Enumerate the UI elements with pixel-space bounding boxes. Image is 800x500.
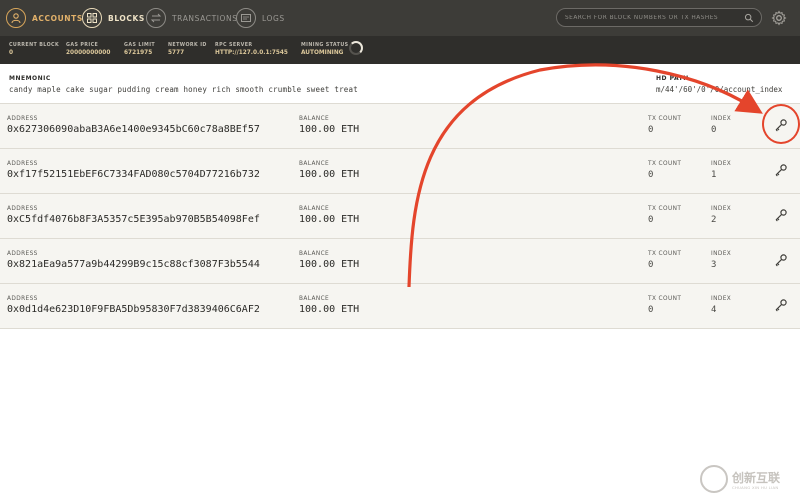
account-address: 0x627306090abaB3A6e1400e9345bC60c78a8BEf… (7, 124, 260, 135)
index-label: INDEX (711, 116, 732, 122)
account-index: 1 (711, 170, 717, 180)
balance-label: BALANCE (299, 161, 330, 167)
tx-count-label: TX COUNT (648, 161, 682, 167)
account-index: 3 (711, 260, 717, 270)
account-balance: 100.00 ETH (299, 214, 360, 225)
key-icon[interactable] (772, 161, 790, 179)
mnemonic-title: MNEMONIC (9, 75, 51, 82)
account-index: 4 (711, 305, 717, 315)
accounts-icon (6, 8, 26, 28)
nav-blocks[interactable]: BLOCKS (82, 6, 145, 30)
transactions-icon (146, 8, 166, 28)
nav-transactions-label: TRANSACTIONS (172, 13, 238, 23)
address-label: ADDRESS (7, 161, 38, 167)
address-label: ADDRESS (7, 206, 38, 212)
index-label: INDEX (711, 251, 732, 257)
mining-status-stat: MINING STATUS AUTOMINING (301, 43, 349, 56)
key-icon[interactable] (772, 251, 790, 269)
tx-count-label: TX COUNT (648, 251, 682, 257)
nav-accounts-label: ACCOUNTS (32, 13, 83, 23)
mnemonic-panel: MNEMONIC candy maple cake sugar pudding … (0, 64, 800, 104)
account-address: 0x821aEa9a577a9b44299B9c15c88cf3087F3b55… (7, 259, 260, 270)
account-address: 0x0d1d4e623D10F9FBA5Db95830F7d3839406C6A… (7, 304, 260, 315)
accounts-list: ADDRESS 0x627306090abaB3A6e1400e9345bC60… (0, 104, 800, 329)
hd-path-value: m/44'/60'/0'/0/account_index (656, 85, 783, 94)
nav-logs-label: LOGS (262, 13, 285, 23)
key-icon[interactable] (772, 206, 790, 224)
nav-accounts[interactable]: ACCOUNTS (6, 6, 83, 30)
empty-area (0, 329, 800, 500)
gas-price-stat: GAS PRICE 20000000000 (66, 43, 111, 56)
account-row: ADDRESS 0x0d1d4e623D10F9FBA5Db95830F7d38… (0, 284, 800, 329)
gas-limit-stat: GAS LIMIT 6721975 (124, 43, 156, 56)
account-row: ADDRESS 0xC5fdf4076b8F3A5357c5E395ab970B… (0, 194, 800, 239)
account-balance: 100.00 ETH (299, 259, 360, 270)
search-box (556, 8, 762, 27)
watermark-text: 创新互联 (732, 471, 781, 485)
account-address: 0xf17f52151EbEF6C7334FAD080c5704D77216b7… (7, 169, 260, 180)
watermark-subtext: CHUANG XIN HU LIAN (732, 485, 779, 490)
watermark-logo: 创新互联 CHUANG XIN HU LIAN (700, 463, 800, 497)
nav-transactions[interactable]: TRANSACTIONS (146, 6, 238, 30)
index-label: INDEX (711, 296, 732, 302)
address-label: ADDRESS (7, 251, 38, 257)
key-icon[interactable] (772, 296, 790, 314)
account-tx-count: 0 (648, 260, 654, 270)
mining-spinner-icon (349, 41, 363, 55)
account-tx-count: 0 (648, 305, 654, 315)
account-tx-count: 0 (648, 125, 654, 135)
current-block-stat: CURRENT BLOCK 0 (9, 43, 60, 56)
hd-path-title: HD PATH (656, 75, 689, 82)
account-balance: 100.00 ETH (299, 169, 360, 180)
index-label: INDEX (711, 161, 732, 167)
account-tx-count: 0 (648, 170, 654, 180)
account-tx-count: 0 (648, 215, 654, 225)
status-bar: CURRENT BLOCK 0 GAS PRICE 20000000000 GA… (0, 36, 800, 64)
balance-label: BALANCE (299, 251, 330, 257)
balance-label: BALANCE (299, 296, 330, 302)
account-row: ADDRESS 0x821aEa9a577a9b44299B9c15c88cf3… (0, 239, 800, 284)
search-icon[interactable] (743, 12, 755, 24)
tx-count-label: TX COUNT (648, 206, 682, 212)
watermark-icon (700, 465, 728, 493)
address-label: ADDRESS (7, 116, 38, 122)
account-row: ADDRESS 0xf17f52151EbEF6C7334FAD080c5704… (0, 149, 800, 194)
gear-icon[interactable] (771, 10, 787, 26)
balance-label: BALANCE (299, 116, 330, 122)
rpc-server-stat: RPC SERVER HTTP://127.0.0.1:7545 (215, 43, 288, 56)
search-input[interactable] (565, 14, 743, 21)
mnemonic-words: candy maple cake sugar pudding cream hon… (9, 85, 358, 94)
tx-count-label: TX COUNT (648, 296, 682, 302)
tx-count-label: TX COUNT (648, 116, 682, 122)
address-label: ADDRESS (7, 296, 38, 302)
account-index: 0 (711, 125, 717, 135)
account-row: ADDRESS 0x627306090abaB3A6e1400e9345bC60… (0, 104, 800, 149)
account-address: 0xC5fdf4076b8F3A5357c5E395ab970B5B54098F… (7, 214, 260, 225)
logs-icon (236, 8, 256, 28)
highlight-circle (762, 104, 800, 144)
nav-blocks-label: BLOCKS (108, 13, 145, 23)
balance-label: BALANCE (299, 206, 330, 212)
account-balance: 100.00 ETH (299, 124, 360, 135)
nav-logs[interactable]: LOGS (236, 6, 285, 30)
account-balance: 100.00 ETH (299, 304, 360, 315)
top-nav-bar: ACCOUNTS BLOCKS TRANSACTIONS LOGS (0, 0, 800, 36)
index-label: INDEX (711, 206, 732, 212)
account-index: 2 (711, 215, 717, 225)
network-id-stat: NETWORK ID 5777 (168, 43, 207, 56)
blocks-icon (82, 8, 102, 28)
